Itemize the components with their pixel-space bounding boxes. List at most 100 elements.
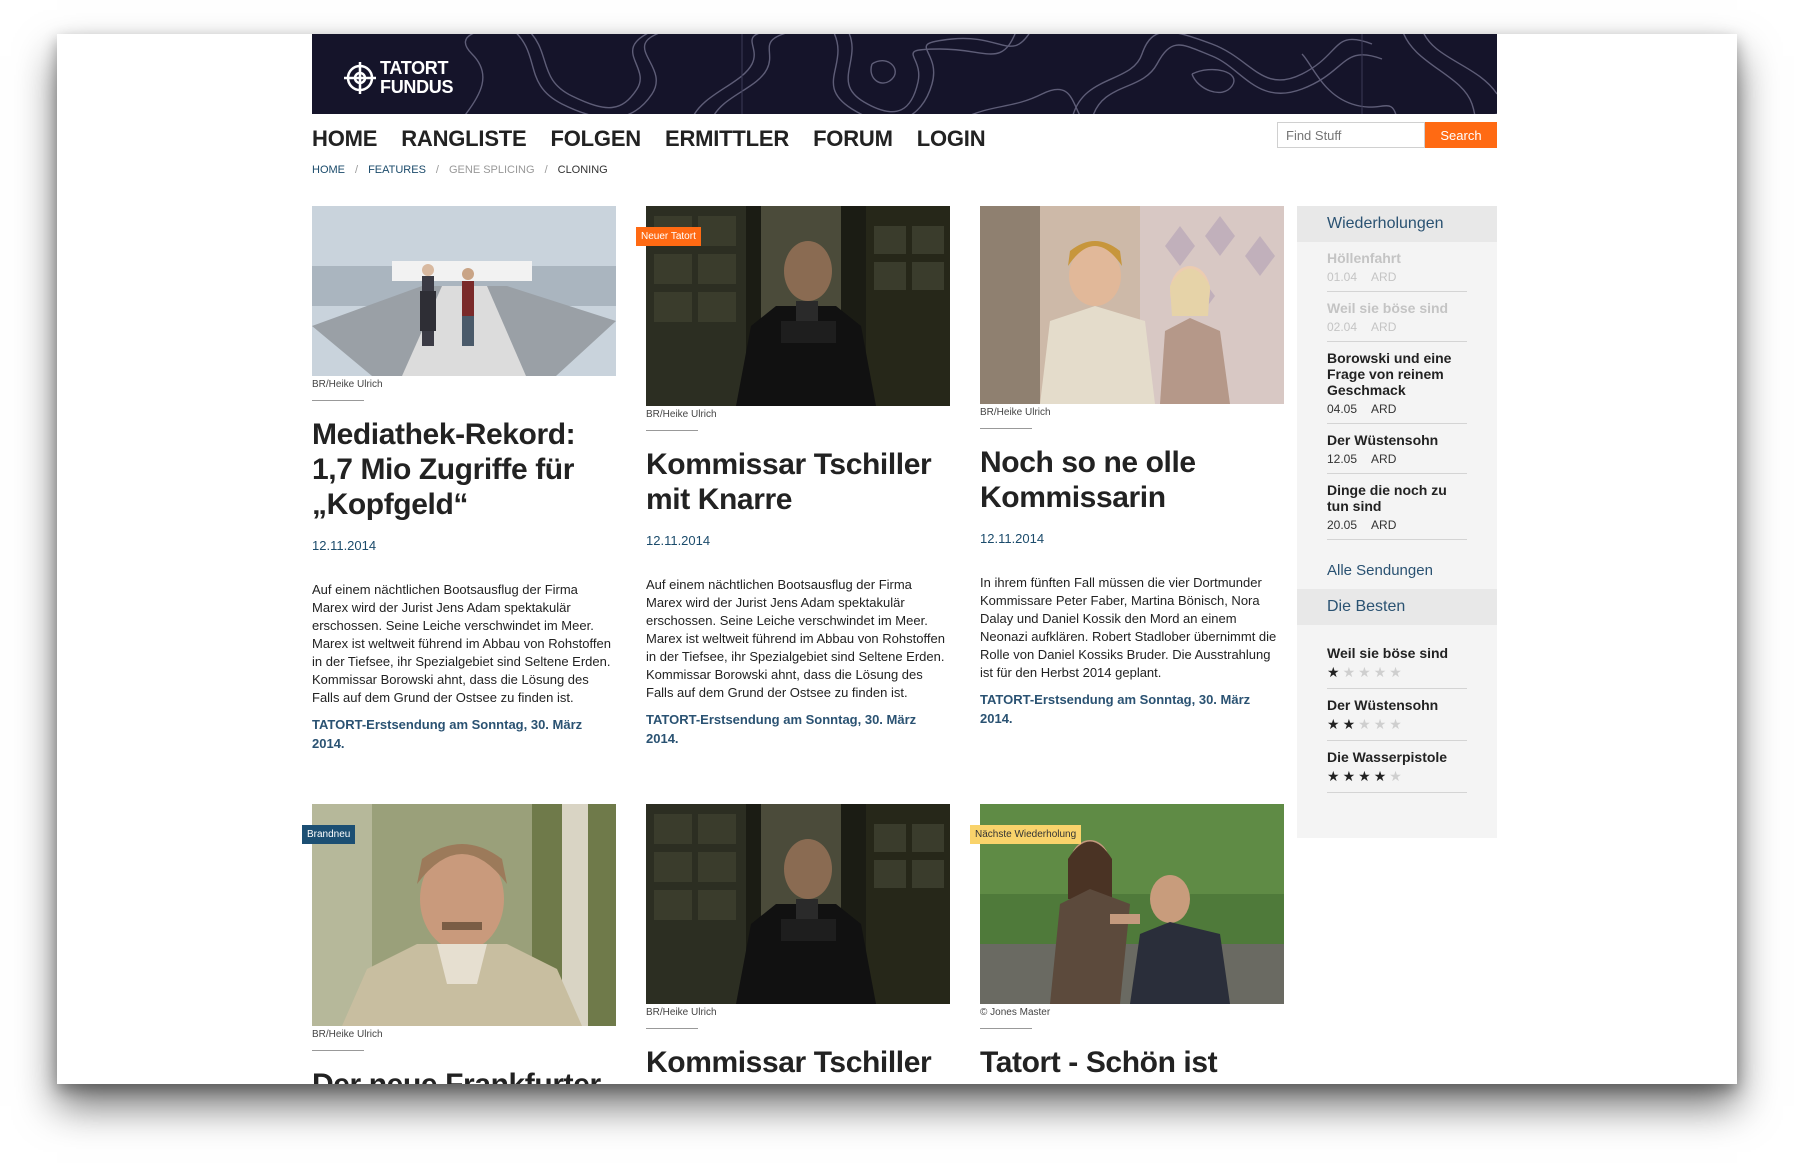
image-credit: © Jones Master: [980, 1007, 1051, 1018]
site-logo[interactable]: TATORT FUNDUS: [344, 58, 454, 97]
detective-photo: [312, 804, 616, 1026]
repeat-item[interactable]: Höllenfahrt 01.04 ARD: [1327, 242, 1467, 292]
best-title: Weil sie böse sind: [1327, 645, 1449, 661]
browser-window: TATORT FUNDUS HOME RANGLISTE FOLGEN ERMI…: [57, 34, 1737, 1084]
repeat-meta: 12.05 ARD: [1327, 452, 1467, 466]
all-shows-link[interactable]: Alle Sendungen: [1297, 540, 1497, 589]
divider: [980, 1028, 1032, 1029]
repeat-channel: ARD: [1371, 270, 1397, 284]
badge-new: Neuer Tatort: [636, 227, 701, 246]
article-excerpt: Auf einem nächtlichen Bootsausflug der F…: [646, 577, 945, 700]
article-card[interactable]: Brandneu BR/Heike Ulrich Der neue Frankf…: [302, 804, 616, 1084]
nav-folgen[interactable]: FOLGEN: [551, 124, 642, 154]
gunman-photo: [646, 804, 950, 1004]
topographic-pattern: [464, 34, 1497, 114]
best-item[interactable]: Die Wasserpistole ★★★★★: [1327, 741, 1467, 793]
divider: [646, 1028, 698, 1029]
article-title[interactable]: Der neue Frankfurter: [312, 1067, 616, 1084]
article-title[interactable]: Tatort - Schön ist anders: [980, 1045, 1284, 1084]
crosshair-icon: [344, 62, 376, 94]
divider: [646, 430, 698, 431]
article-title[interactable]: Mediathek-Rekord: 1,7 Mio Zugriffe für „…: [312, 417, 616, 522]
article-card[interactable]: BR/Heike Ulrich Kommissar Tschiller mit …: [646, 804, 950, 1084]
article-title[interactable]: Noch so ne olle Kommissarin: [980, 445, 1284, 515]
logo-line-2: FUNDUS: [380, 77, 454, 97]
article-title[interactable]: Kommissar Tschiller mit Knarre: [646, 447, 950, 517]
search-form: Search: [1277, 122, 1497, 148]
site-banner: TATORT FUNDUS: [312, 34, 1497, 114]
star-empty-icon: ★: [1342, 664, 1359, 680]
breadcrumb-home[interactable]: HOME: [312, 164, 345, 176]
nav-home[interactable]: HOME: [312, 124, 377, 154]
article-card[interactable]: Nächste Wiederholung © Jones Master Tato…: [970, 804, 1284, 1084]
breadcrumb-features[interactable]: FEATURES: [368, 164, 426, 176]
best-title: Die Wasserpistole: [1327, 749, 1448, 765]
star-filled-icon: ★: [1358, 768, 1374, 784]
image-credit: BR/Heike Ulrich: [312, 1029, 383, 1040]
article-image[interactable]: [312, 206, 616, 376]
article-image[interactable]: [980, 206, 1284, 404]
nav-forum[interactable]: FORUM: [813, 124, 893, 154]
star-empty-icon: ★: [1389, 768, 1405, 784]
article-card[interactable]: BR/Heike Ulrich Noch so ne olle Kommissa…: [980, 206, 1284, 728]
repeat-date: 02.04: [1327, 320, 1358, 334]
badge-brandneu: Brandneu: [302, 825, 356, 844]
star-rating: ★★★★★: [1327, 716, 1467, 733]
star-empty-icon: ★: [1373, 664, 1390, 680]
star-empty-icon: ★: [1389, 716, 1405, 732]
breadcrumb-separator: /: [355, 164, 359, 176]
best-item[interactable]: Der Wüstensohn ★★★★★: [1327, 689, 1467, 741]
article-excerpt: Auf einem nächtlichen Bootsausflug der F…: [312, 582, 611, 705]
repeat-channel: ARD: [1371, 320, 1397, 334]
repeat-channel: ARD: [1371, 518, 1397, 532]
article-title[interactable]: Kommissar Tschiller mit Knarre: [646, 1045, 950, 1084]
repeat-channel: ARD: [1371, 402, 1397, 416]
breadcrumb-separator: /: [544, 164, 548, 176]
breadcrumb-current: CLONING: [557, 164, 608, 176]
search-input[interactable]: [1277, 122, 1425, 148]
repeat-date: 04.05: [1327, 402, 1358, 416]
breadcrumb-gene-splicing[interactable]: GENE SPLICING: [449, 164, 535, 176]
main-nav: HOME RANGLISTE FOLGEN ERMITTLER FORUM LO…: [312, 124, 1009, 154]
star-filled-icon: ★: [1327, 664, 1343, 680]
article-airing: TATORT-Erstsendung am Sonntag, 30. März …: [646, 712, 917, 746]
star-empty-icon: ★: [1373, 716, 1390, 732]
star-filled-icon: ★: [1327, 716, 1343, 732]
article-image[interactable]: [312, 804, 616, 1026]
article-airing: TATORT-Erstsendung am Sonntag, 30. März …: [980, 692, 1251, 726]
repeat-item[interactable]: Borowski und eine Frage von reinem Gesch…: [1327, 342, 1467, 424]
image-credit: BR/Heike Ulrich: [646, 409, 717, 420]
repeat-title: Der Wüstensohn: [1327, 432, 1439, 448]
article-image[interactable]: [646, 804, 950, 1004]
nav-ermittler[interactable]: ERMITTLER: [665, 124, 789, 154]
logo-line-1: TATORT: [380, 58, 449, 78]
article-card[interactable]: Neuer Tatort BR/Heike Ulrich Kommissar T…: [636, 206, 950, 748]
star-empty-icon: ★: [1389, 664, 1405, 680]
repeat-item[interactable]: Dinge die noch zu tun sind 20.05 ARD: [1327, 474, 1467, 540]
star-filled-icon: ★: [1342, 768, 1359, 784]
repeat-meta: 20.05 ARD: [1327, 518, 1467, 532]
article-date: 12.11.2014: [980, 531, 1045, 546]
article-excerpt: In ihrem fünften Fall müssen die vier Do…: [980, 575, 1277, 680]
star-filled-icon: ★: [1373, 768, 1390, 784]
repeat-date: 12.05: [1327, 452, 1358, 466]
repeat-meta: 02.04 ARD: [1327, 320, 1467, 334]
repeats-list: Höllenfahrt 01.04 ARD Weil sie böse sind …: [1297, 242, 1497, 540]
article-date: 12.11.2014: [312, 538, 377, 553]
nav-rangliste[interactable]: RANGLISTE: [401, 124, 527, 154]
repeat-title: Weil sie böse sind: [1327, 300, 1449, 316]
search-button[interactable]: Search: [1425, 122, 1497, 148]
repeat-item[interactable]: Der Wüstensohn 12.05 ARD: [1327, 424, 1467, 474]
best-list: Weil sie böse sind ★★★★★ Der Wüstensohn …: [1297, 625, 1497, 793]
nav-login[interactable]: LOGIN: [917, 124, 986, 154]
repeat-item[interactable]: Weil sie böse sind 02.04 ARD: [1327, 292, 1467, 342]
repeat-title: Borowski und eine Frage von reinem Gesch…: [1327, 350, 1452, 398]
star-empty-icon: ★: [1358, 664, 1374, 680]
star-filled-icon: ★: [1327, 768, 1343, 784]
repeat-title: Höllenfahrt: [1327, 250, 1401, 266]
article-card[interactable]: BR/Heike Ulrich Mediathek-Rekord: 1,7 Mi…: [312, 206, 616, 753]
breadcrumb: HOME / FEATURES / GENE SPLICING / CLONIN…: [312, 164, 618, 176]
repeats-heading: Wiederholungen: [1297, 206, 1497, 242]
star-rating: ★★★★★: [1327, 768, 1467, 785]
best-item[interactable]: Weil sie böse sind ★★★★★: [1327, 637, 1467, 689]
